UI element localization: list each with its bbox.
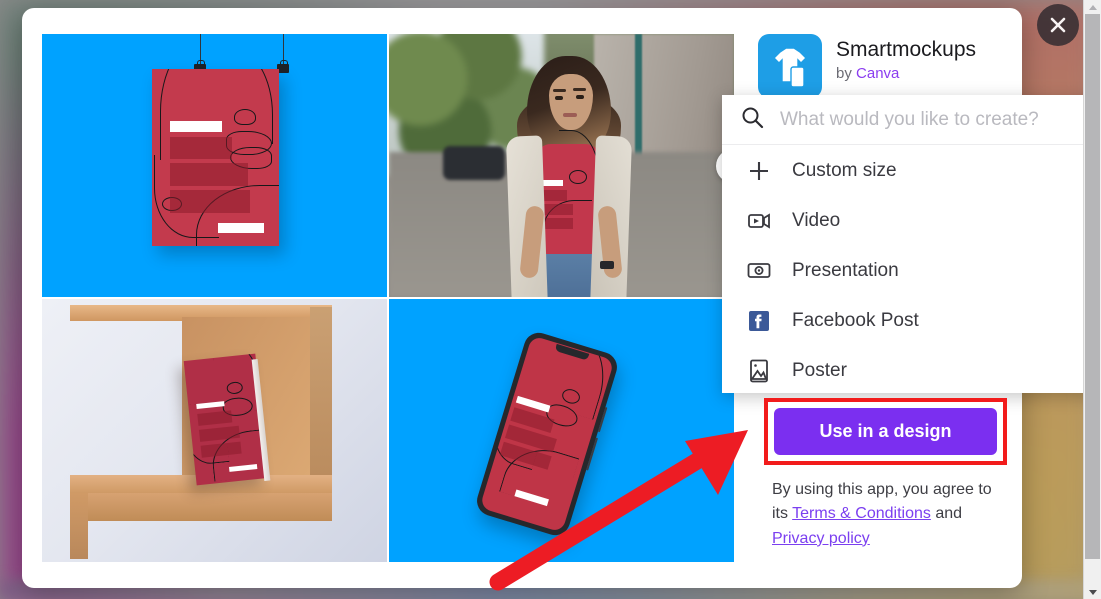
use-in-a-design-button[interactable]: Use in a design bbox=[774, 408, 997, 455]
tshirt-phone-logo-icon bbox=[758, 34, 822, 98]
close-icon[interactable] bbox=[1037, 4, 1079, 46]
dropdown-item-video[interactable]: Video bbox=[722, 196, 1084, 246]
model-figure bbox=[497, 56, 637, 297]
plus-icon bbox=[746, 158, 772, 184]
dropdown-item-facebook-post[interactable]: Facebook Post bbox=[722, 296, 1084, 346]
mockup-gallery bbox=[42, 34, 734, 562]
phone-screen-artwork bbox=[479, 335, 615, 533]
app-author-prefix: by bbox=[836, 65, 857, 83]
dropdown-item-custom-size[interactable]: Custom size bbox=[722, 146, 1084, 196]
app-author-link[interactable]: Canva bbox=[856, 65, 899, 82]
dropdown-item-label: Video bbox=[792, 210, 841, 231]
phone-device bbox=[473, 329, 621, 539]
page-scroll-down-icon[interactable] bbox=[1084, 585, 1101, 599]
search-row bbox=[722, 95, 1101, 145]
app-author: by Canva bbox=[836, 65, 976, 82]
poster-artwork bbox=[152, 69, 279, 246]
privacy-policy-link[interactable]: Privacy policy bbox=[772, 530, 870, 547]
design-type-list: Custom size Video Presentation Facebook … bbox=[722, 146, 1084, 393]
search-icon bbox=[740, 105, 764, 134]
search-input[interactable] bbox=[778, 107, 1072, 132]
page-scrollbar-thumb[interactable] bbox=[1085, 14, 1100, 559]
terms-and-conditions-link[interactable]: Terms & Conditions bbox=[792, 505, 931, 522]
presentation-icon bbox=[746, 258, 772, 284]
cta-highlight-box: Use in a design bbox=[764, 398, 1007, 465]
page-scrollbar[interactable] bbox=[1083, 0, 1101, 599]
facebook-icon bbox=[746, 308, 772, 334]
gallery-item-phone-screen-mockup[interactable] bbox=[389, 299, 734, 562]
dropdown-item-poster[interactable]: Poster bbox=[722, 346, 1084, 393]
gallery-item-book-on-shelf-mockup[interactable] bbox=[42, 299, 387, 562]
gallery-item-tshirt-on-model-photo-mockup[interactable] bbox=[389, 34, 734, 297]
page-scroll-up-icon[interactable] bbox=[1084, 0, 1101, 14]
screenshot-root: Smartmockups by Canva Custom size bbox=[0, 0, 1101, 599]
dropdown-item-label: Poster bbox=[792, 360, 847, 381]
dropdown-item-label: Presentation bbox=[792, 260, 899, 281]
legal-notice: By using this app, you agree to its Term… bbox=[772, 478, 1004, 551]
video-camera-icon bbox=[746, 208, 772, 234]
legal-text-middle: and bbox=[930, 505, 963, 523]
app-name: Smartmockups bbox=[836, 38, 977, 61]
gallery-item-hanging-poster-mockup[interactable] bbox=[42, 34, 387, 297]
image-poster-icon bbox=[746, 358, 772, 384]
create-design-dropdown: Custom size Video bbox=[722, 95, 1101, 393]
dropdown-item-label: Custom size bbox=[792, 160, 897, 181]
dropdown-item-label: Facebook Post bbox=[792, 310, 919, 331]
app-header: Smartmockups by Canva bbox=[758, 34, 1022, 98]
dropdown-item-presentation[interactable]: Presentation bbox=[722, 246, 1084, 296]
